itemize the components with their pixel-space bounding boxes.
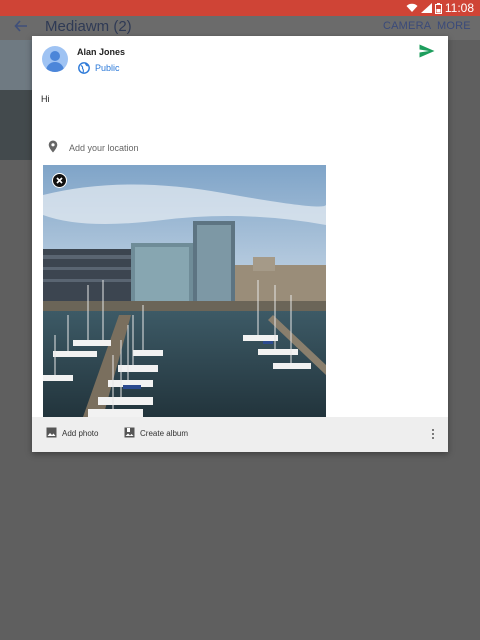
signal-icon — [420, 3, 432, 13]
add-location-field[interactable]: Add your location — [69, 143, 139, 153]
background-photo-thumbnail — [0, 40, 32, 160]
avatar — [42, 46, 68, 72]
share-dialog: Alan Jones Public Hi Add your location A… — [32, 36, 448, 452]
send-icon[interactable] — [419, 44, 435, 63]
user-name: Alan Jones — [77, 47, 126, 57]
attached-photo — [43, 165, 326, 417]
visibility-selector[interactable]: Public — [95, 63, 120, 73]
add-photo-button[interactable]: Add photo — [46, 427, 98, 440]
wifi-icon — [406, 3, 418, 13]
album-title: Mediawm (2) — [45, 18, 132, 35]
more-button[interactable]: MORE — [437, 20, 471, 32]
location-pin-icon[interactable] — [48, 140, 58, 158]
remove-photo-button[interactable] — [52, 173, 67, 188]
status-bar: 11:08 — [0, 0, 480, 16]
clock: 11:08 — [444, 1, 474, 15]
camera-button[interactable]: CAMERA — [383, 20, 431, 32]
album-icon — [124, 427, 135, 440]
back-arrow-icon[interactable] — [14, 19, 28, 38]
create-album-button[interactable]: Create album — [124, 427, 188, 440]
add-photo-label: Add photo — [62, 429, 99, 438]
globe-icon — [78, 61, 90, 79]
create-album-label: Create album — [140, 429, 189, 438]
post-text-field[interactable]: Hi — [41, 94, 50, 104]
overflow-menu-icon[interactable] — [429, 429, 437, 443]
image-icon — [46, 427, 57, 440]
composer-footer: Add photo Create album — [32, 417, 448, 452]
battery-icon — [434, 2, 442, 14]
